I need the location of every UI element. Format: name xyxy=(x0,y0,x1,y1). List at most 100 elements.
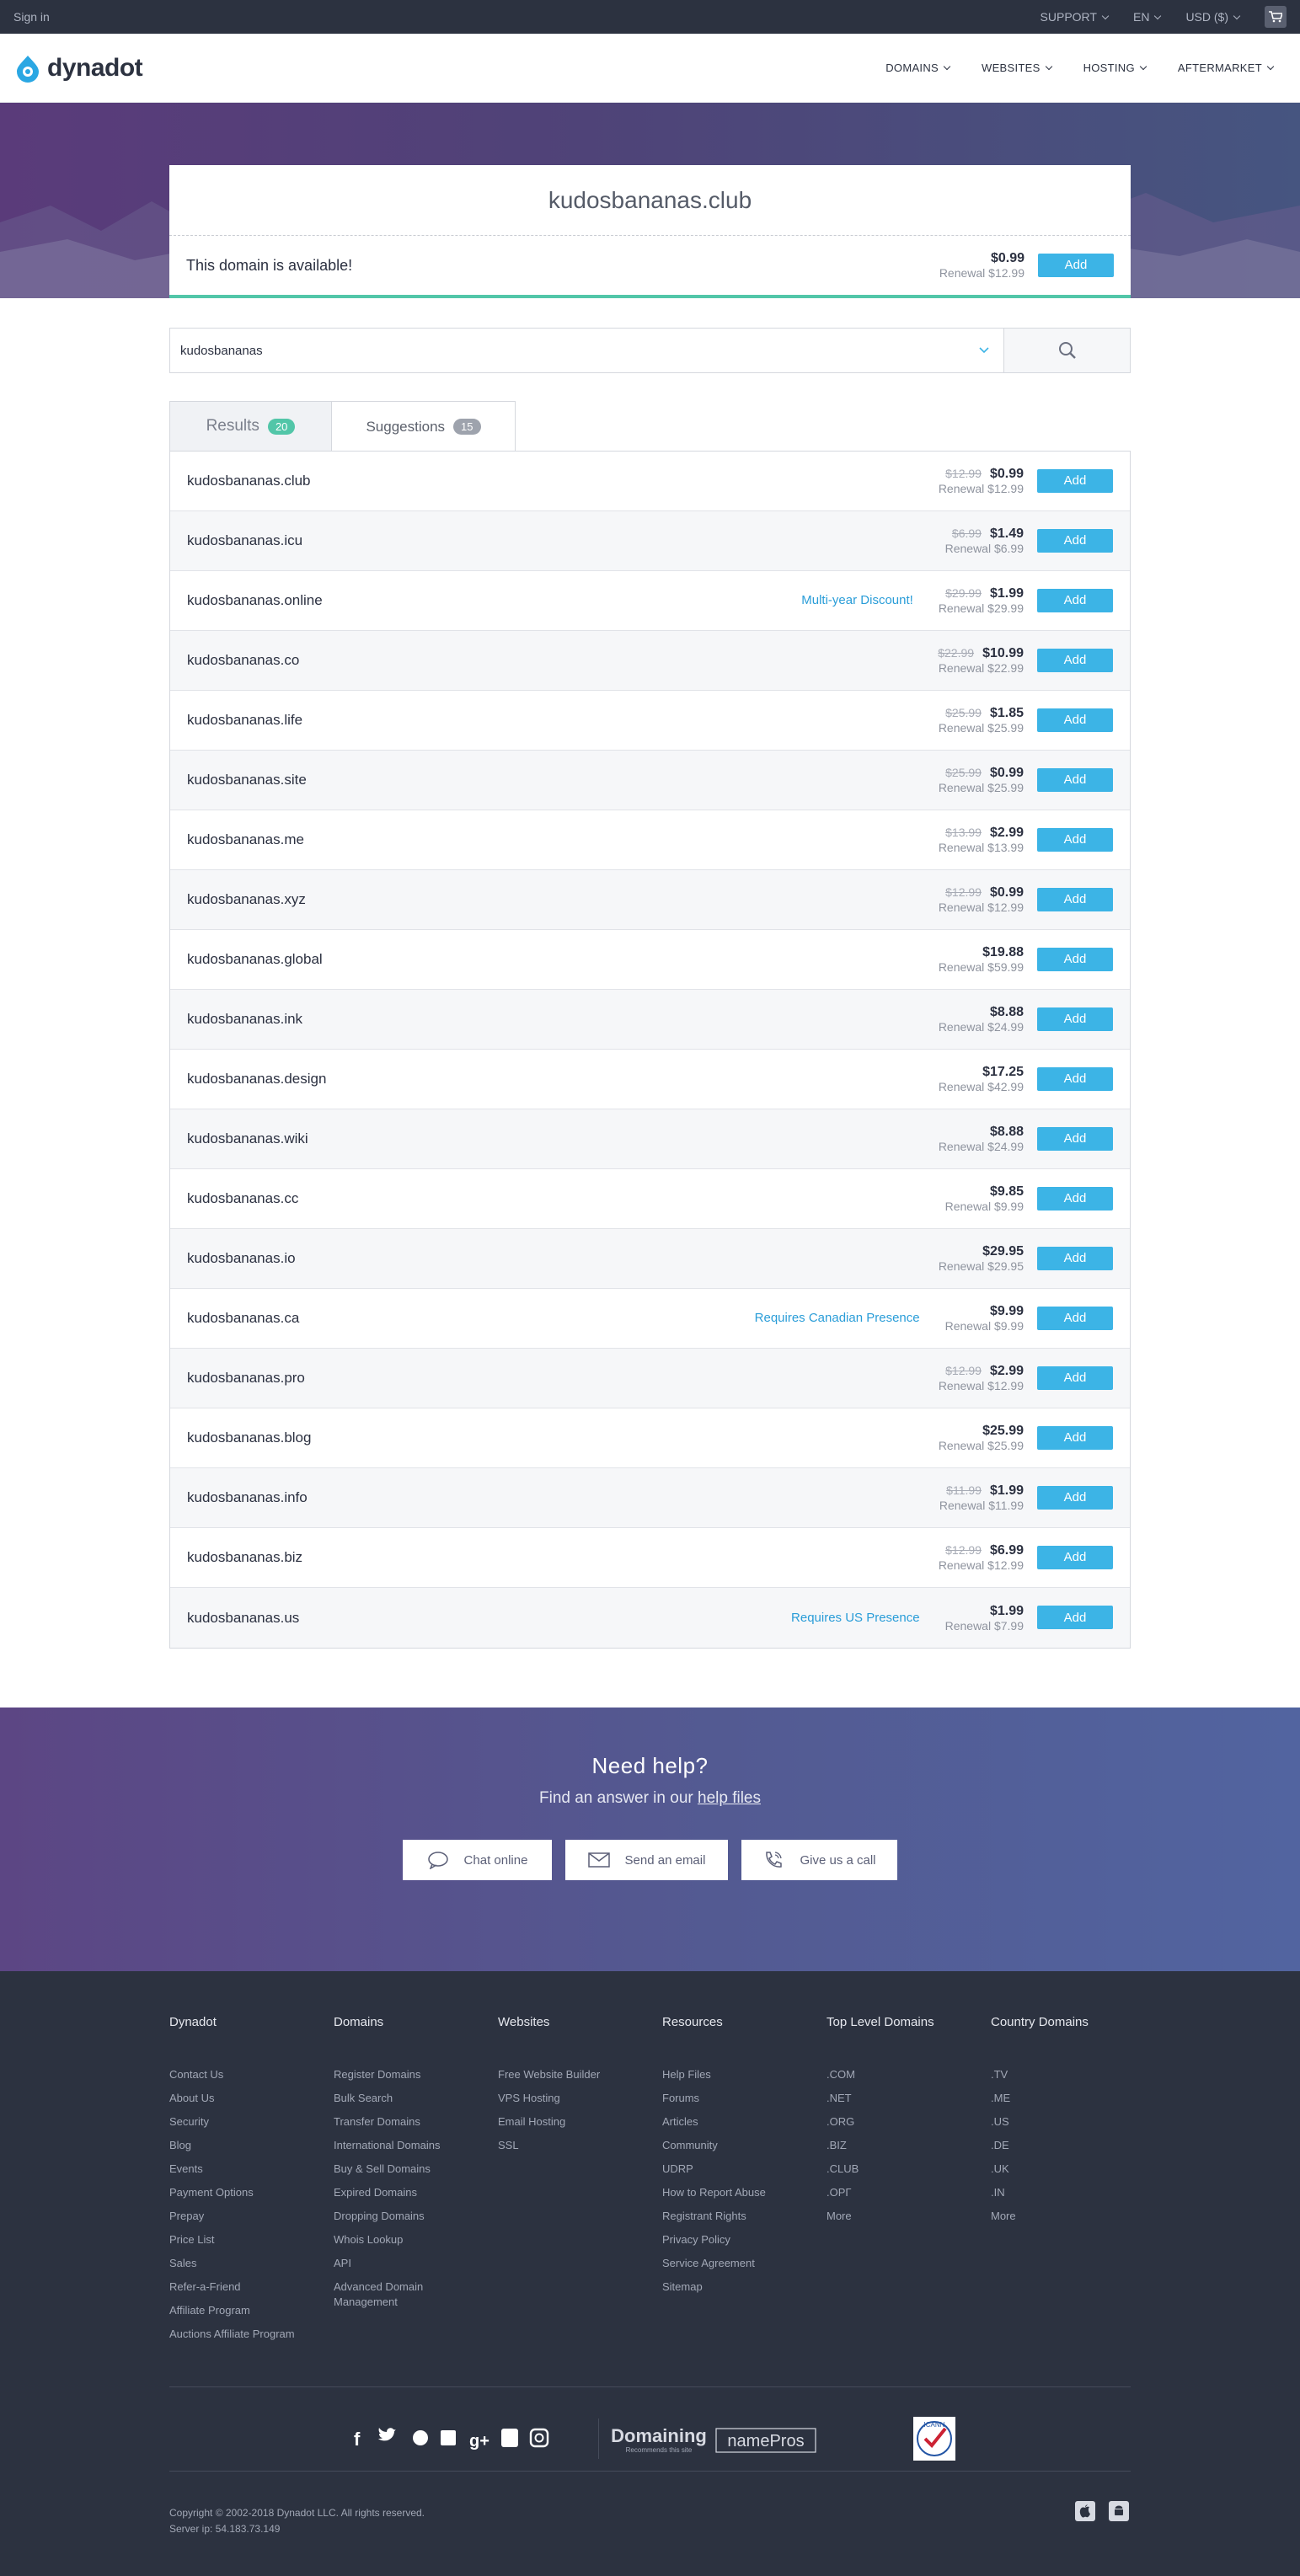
domain-name[interactable]: kudosbananas.pro xyxy=(187,1370,305,1387)
dynadot-logo[interactable]: dynadot xyxy=(13,54,143,83)
domain-name[interactable]: kudosbananas.co xyxy=(187,652,299,669)
footer-link[interactable]: Bulk Search xyxy=(334,2087,498,2110)
chevron-down-icon[interactable] xyxy=(978,346,990,355)
footer-link[interactable]: Forums xyxy=(662,2087,827,2110)
footer-link[interactable]: How to Report Abuse xyxy=(662,2181,827,2205)
add-to-cart-button[interactable]: Add xyxy=(1037,528,1113,553)
footer-link[interactable]: .COM xyxy=(827,2063,991,2087)
footer-link[interactable]: Buy & Sell Domains xyxy=(334,2157,498,2181)
footer-link[interactable]: Sitemap xyxy=(662,2275,827,2299)
domain-name[interactable]: kudosbananas.me xyxy=(187,831,304,848)
help-files-link[interactable]: help files xyxy=(698,1789,761,1807)
language-menu[interactable]: EN xyxy=(1133,10,1162,24)
domain-name[interactable]: kudosbananas.xyz xyxy=(187,891,306,908)
add-to-cart-button[interactable]: Add xyxy=(1037,767,1113,792)
domain-name[interactable]: kudosbananas.site xyxy=(187,772,307,788)
footer-link[interactable]: Transfer Domains xyxy=(334,2110,498,2134)
footer-link[interactable]: Dropping Domains xyxy=(334,2205,498,2228)
footer-link[interactable]: Refer-a-Friend xyxy=(169,2275,334,2299)
add-to-cart-button[interactable]: Add xyxy=(1037,1246,1113,1270)
footer-link[interactable]: Expired Domains xyxy=(334,2181,498,2205)
promo-note[interactable]: Requires US Presence xyxy=(791,1611,920,1625)
footer-link[interactable]: .IN xyxy=(991,2181,1155,2205)
send-email-button[interactable]: Send an email xyxy=(565,1840,728,1880)
footer-link[interactable]: Articles xyxy=(662,2110,827,2134)
footer-link[interactable]: UDRP xyxy=(662,2157,827,2181)
add-to-cart-button[interactable]: Add xyxy=(1037,1186,1113,1211)
footer-link[interactable]: Affiliate Program xyxy=(169,2299,334,2322)
footer-link[interactable]: Privacy Policy xyxy=(662,2228,827,2252)
tab-suggestions[interactable]: Suggestions 15 xyxy=(332,401,516,452)
footer-link[interactable]: Auctions Affiliate Program xyxy=(169,2322,334,2346)
footer-link[interactable]: Free Website Builder xyxy=(498,2063,662,2087)
footer-link[interactable]: Help Files xyxy=(662,2063,827,2087)
tab-results[interactable]: Results 20 xyxy=(169,401,332,452)
footer-link[interactable]: .ME xyxy=(991,2087,1155,2110)
domain-name[interactable]: kudosbananas.ink xyxy=(187,1011,302,1028)
footer-link[interactable]: Security xyxy=(169,2110,334,2134)
footer-link[interactable]: .ORG xyxy=(827,2110,991,2134)
domain-name[interactable]: kudosbananas.io xyxy=(187,1250,296,1267)
add-to-cart-button[interactable]: Add xyxy=(1037,1306,1113,1330)
footer-link[interactable]: More xyxy=(991,2205,1155,2228)
promo-note[interactable]: Multi-year Discount! xyxy=(801,593,913,607)
footer-link[interactable]: Blog xyxy=(169,2134,334,2157)
footer-link[interactable]: .DE xyxy=(991,2134,1155,2157)
hero-add-button[interactable]: Add xyxy=(1038,253,1114,277)
add-to-cart-button[interactable]: Add xyxy=(1037,1066,1113,1091)
nav-domains[interactable]: DOMAINS xyxy=(885,61,951,74)
footer-link[interactable]: Register Domains xyxy=(334,2063,498,2087)
domain-name[interactable]: kudosbananas.ca xyxy=(187,1310,299,1327)
domain-name[interactable]: kudosbananas.cc xyxy=(187,1190,298,1207)
nav-websites[interactable]: WEBSITES xyxy=(982,61,1052,74)
footer-link[interactable]: .US xyxy=(991,2110,1155,2134)
domain-name[interactable]: kudosbananas.biz xyxy=(187,1549,302,1566)
search-button[interactable] xyxy=(1004,328,1131,373)
cart-button[interactable] xyxy=(1265,6,1287,28)
footer-link[interactable]: Payment Options xyxy=(169,2181,334,2205)
add-to-cart-button[interactable]: Add xyxy=(1037,648,1113,672)
footer-link[interactable]: Events xyxy=(169,2157,334,2181)
footer-link[interactable]: Advanced Domain Management xyxy=(334,2275,435,2314)
domain-name[interactable]: kudosbananas.club xyxy=(187,473,311,489)
footer-link[interactable]: API xyxy=(334,2252,498,2275)
nav-hosting[interactable]: HOSTING xyxy=(1083,61,1148,74)
apple-app-button[interactable] xyxy=(1075,2501,1095,2521)
footer-link[interactable]: Whois Lookup xyxy=(334,2228,498,2252)
footer-link[interactable]: SSL xyxy=(498,2134,662,2157)
footer-link[interactable]: Contact Us xyxy=(169,2063,334,2087)
chat-online-button[interactable]: Chat online xyxy=(403,1840,552,1880)
footer-link[interactable]: Community xyxy=(662,2134,827,2157)
nav-aftermarket[interactable]: AFTERMARKET xyxy=(1178,61,1275,74)
domain-name[interactable]: kudosbananas.us xyxy=(187,1610,299,1627)
add-to-cart-button[interactable]: Add xyxy=(1037,887,1113,911)
add-to-cart-button[interactable]: Add xyxy=(1037,1485,1113,1510)
domain-name[interactable]: kudosbananas.global xyxy=(187,951,323,968)
add-to-cart-button[interactable]: Add xyxy=(1037,827,1113,852)
footer-link[interactable]: .ОРГ xyxy=(827,2181,991,2205)
add-to-cart-button[interactable]: Add xyxy=(1037,1425,1113,1450)
footer-link[interactable]: About Us xyxy=(169,2087,334,2110)
add-to-cart-button[interactable]: Add xyxy=(1037,468,1113,493)
domain-name[interactable]: kudosbananas.design xyxy=(187,1071,326,1088)
footer-link[interactable]: .BIZ xyxy=(827,2134,991,2157)
domain-name[interactable]: kudosbananas.life xyxy=(187,712,302,729)
add-to-cart-button[interactable]: Add xyxy=(1037,708,1113,732)
footer-link[interactable]: Registrant Rights xyxy=(662,2205,827,2228)
footer-link[interactable]: Prepay xyxy=(169,2205,334,2228)
add-to-cart-button[interactable]: Add xyxy=(1037,1365,1113,1390)
domain-name[interactable]: kudosbananas.blog xyxy=(187,1430,311,1446)
footer-link[interactable]: Sales xyxy=(169,2252,334,2275)
currency-menu[interactable]: USD ($) xyxy=(1185,10,1241,24)
footer-link[interactable]: Email Hosting xyxy=(498,2110,662,2134)
add-to-cart-button[interactable]: Add xyxy=(1037,588,1113,612)
footer-link[interactable]: More xyxy=(827,2205,991,2228)
add-to-cart-button[interactable]: Add xyxy=(1037,1545,1113,1569)
domain-name[interactable]: kudosbananas.icu xyxy=(187,532,302,549)
footer-link[interactable]: International Domains xyxy=(334,2134,498,2157)
footer-link[interactable]: .NET xyxy=(827,2087,991,2110)
call-button[interactable]: Give us a call xyxy=(741,1840,897,1880)
add-to-cart-button[interactable]: Add xyxy=(1037,1606,1113,1630)
sign-in-link[interactable]: Sign in xyxy=(13,10,50,24)
add-to-cart-button[interactable]: Add xyxy=(1037,947,1113,971)
